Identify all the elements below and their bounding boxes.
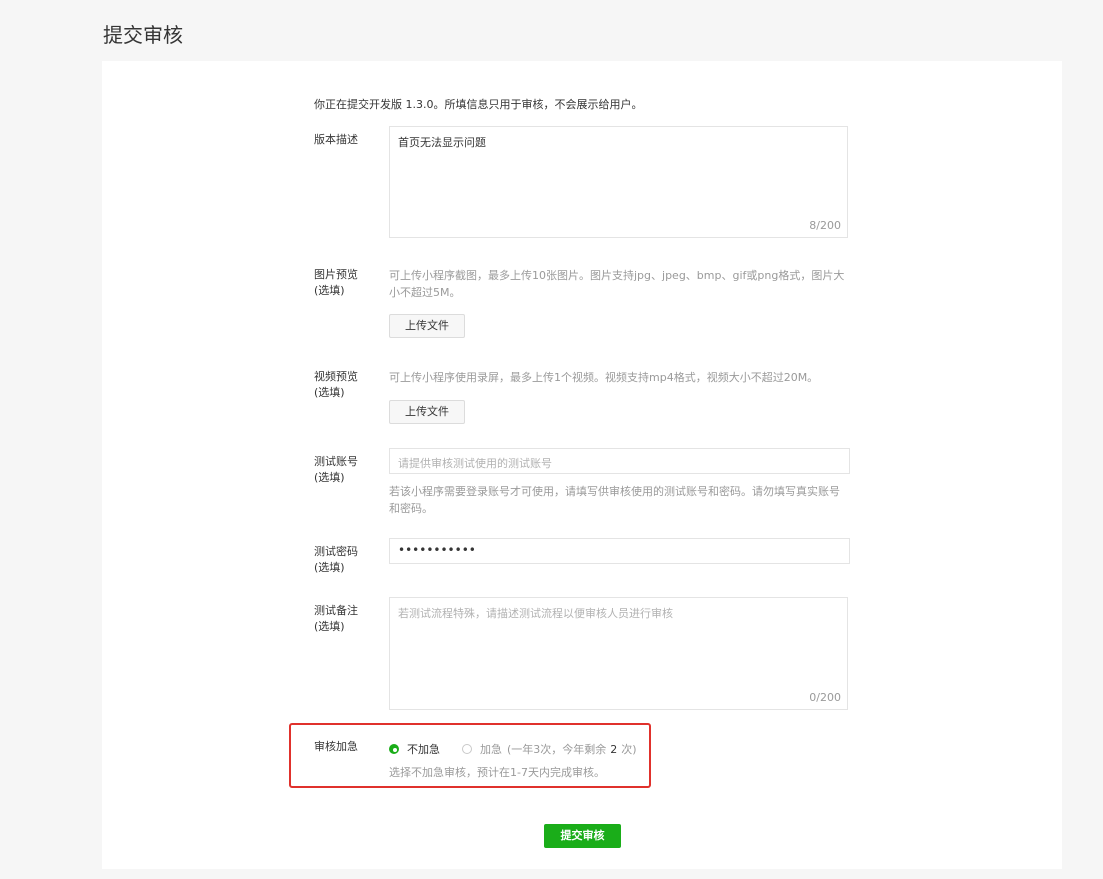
version-desc-textarea[interactable]: 首页无法显示问题 8/200 (389, 126, 848, 238)
image-preview-label-text: 图片预览 (314, 268, 358, 281)
page-title: 提交审核 (103, 23, 183, 47)
test-account-hint: 若该小程序需要登录账号才可使用，请填写供审核使用的测试账号和密码。请勿填写真实账… (389, 485, 840, 515)
video-upload-button[interactable]: 上传文件 (389, 400, 465, 424)
test-account-label-text: 测试账号 (314, 455, 358, 468)
test-account-input[interactable]: 请提供审核测试使用的测试账号 (389, 448, 850, 474)
version-desc-counter: 8/200 (809, 219, 841, 232)
video-preview-optional: (选填) (314, 386, 345, 399)
test-notes-label: 测试备注 (选填) (314, 603, 374, 635)
test-password-input[interactable]: ••••••••••• (389, 538, 850, 564)
urgent-quota-count: 2 (610, 742, 618, 756)
urgent-option-yes-label: 加急 (480, 743, 502, 756)
test-password-label-text: 测试密码 (314, 545, 358, 558)
radio-checked-icon (389, 744, 399, 754)
video-preview-hint: 可上传小程序使用录屏，最多上传1个视频。视频支持mp4格式，视频大小不超过20M… (389, 371, 819, 384)
test-notes-textarea[interactable]: 若测试流程特殊，请描述测试流程以便审核人员进行审核 0/200 (389, 597, 848, 710)
urgent-quota-suffix: 次) (621, 743, 637, 756)
urgent-option-yes[interactable]: 加急 (一年3次，今年剩余 2 次) (462, 741, 637, 757)
urgent-label-text: 审核加急 (314, 740, 358, 753)
test-account-label: 测试账号 (选填) (314, 454, 374, 486)
image-preview-hint: 可上传小程序截图，最多上传10张图片。图片支持jpg、jpeg、bmp、gif或… (389, 269, 845, 299)
test-notes-optional: (选填) (314, 620, 345, 633)
urgent-label: 审核加急 (314, 739, 374, 755)
urgent-option-no[interactable]: 不加急 (389, 741, 440, 757)
submit-review-button[interactable]: 提交审核 (544, 824, 621, 848)
urgent-option-no-label: 不加急 (407, 743, 440, 756)
test-notes-placeholder: 若测试流程特殊，请描述测试流程以便审核人员进行审核 (398, 607, 673, 620)
version-desc-label: 版本描述 (314, 132, 374, 148)
test-notes-label-text: 测试备注 (314, 604, 358, 617)
radio-unchecked-icon (462, 744, 472, 754)
form-intro: 你正在提交开发版 1.3.0。所填信息只用于审核，不会展示给用户。 (314, 98, 643, 111)
test-notes-counter: 0/200 (809, 691, 841, 704)
image-upload-button[interactable]: 上传文件 (389, 314, 465, 338)
test-password-value: ••••••••••• (398, 543, 476, 557)
version-desc-value: 首页无法显示问题 (398, 136, 486, 149)
urgent-hint: 选择不加急审核，预计在1-7天内完成审核。 (389, 766, 605, 779)
test-password-label: 测试密码 (选填) (314, 544, 374, 576)
test-password-optional: (选填) (314, 561, 345, 574)
test-account-optional: (选填) (314, 471, 345, 484)
video-preview-label: 视频预览 (选填) (314, 369, 374, 401)
test-account-placeholder: 请提供审核测试使用的测试账号 (398, 457, 552, 470)
image-preview-label: 图片预览 (选填) (314, 267, 374, 299)
video-preview-label-text: 视频预览 (314, 370, 358, 383)
image-preview-optional: (选填) (314, 284, 345, 297)
urgent-quota-prefix: (一年3次，今年剩余 (507, 743, 607, 756)
version-desc-label-text: 版本描述 (314, 133, 358, 146)
